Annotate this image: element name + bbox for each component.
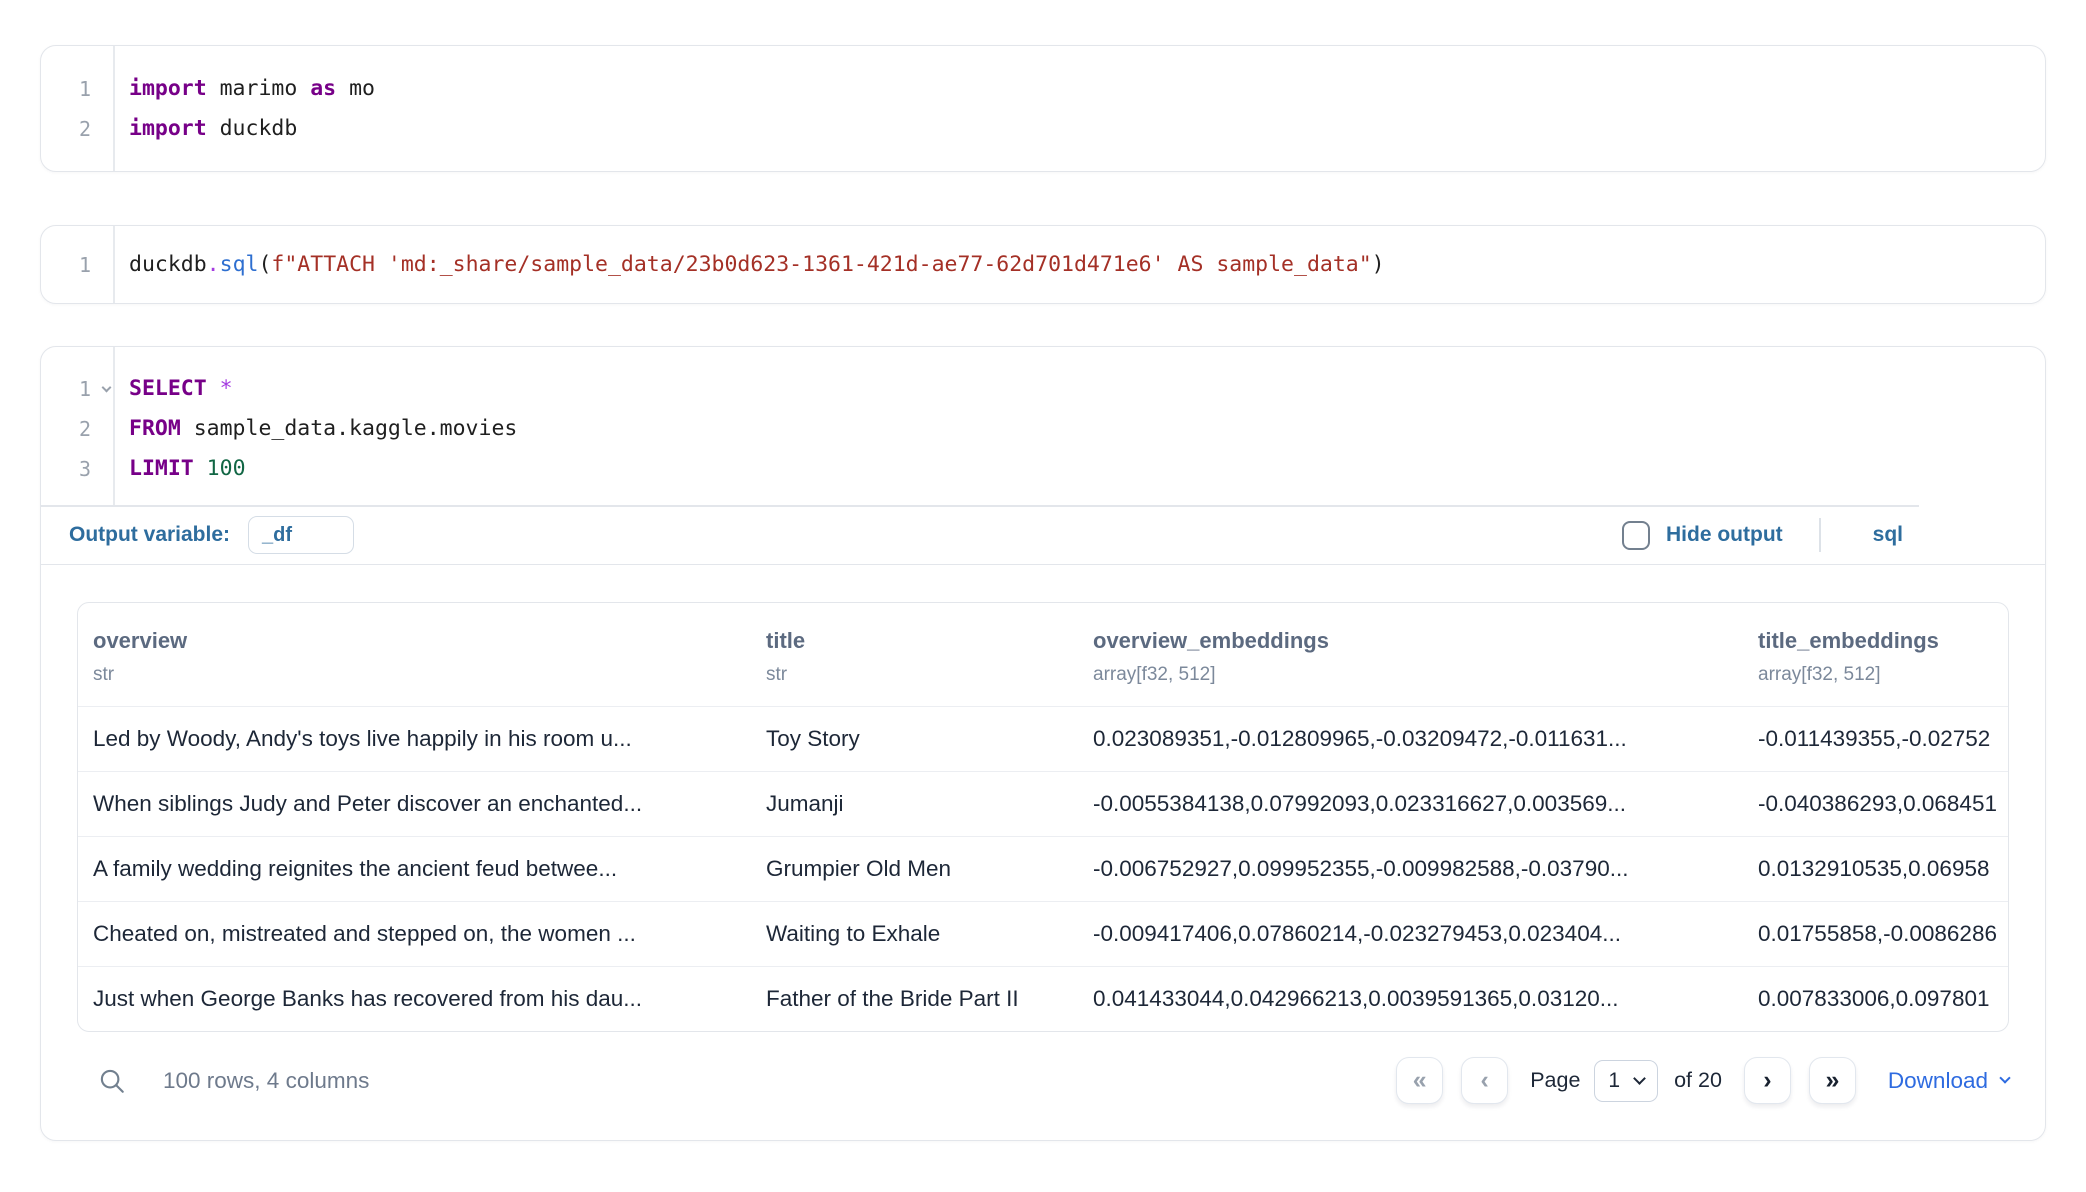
table-cell: Waiting to Exhale [751, 921, 1078, 947]
table-row[interactable]: Led by Woody, Andy's toys live happily i… [78, 706, 2008, 771]
toolbar-right-group: Hide output sql [1622, 518, 2017, 552]
column-header[interactable]: overview str [78, 628, 751, 686]
language-label: sql [1873, 523, 1903, 547]
code-text: import marimo as mo [113, 69, 375, 109]
code-line[interactable]: 2import duckdb [41, 109, 2045, 149]
hide-output-checkbox[interactable] [1622, 521, 1650, 550]
code-editor-sql[interactable]: 1SELECT *2FROM sample_data.kaggle.movies… [41, 347, 2045, 505]
column-header[interactable]: title_embeddings array[f32, 512] [1743, 628, 2008, 686]
table-row[interactable]: Just when George Banks has recovered fro… [78, 966, 2008, 1031]
code-cell-sql-query: 1SELECT *2FROM sample_data.kaggle.movies… [40, 346, 2046, 1141]
table-row[interactable]: A family wedding reignites the ancient f… [78, 836, 2008, 901]
table-cell: 0.023089351,-0.012809965,-0.03209472,-0.… [1078, 726, 1743, 752]
code-text: SELECT * [113, 369, 233, 409]
row-count-summary: 100 rows, 4 columns [163, 1068, 369, 1094]
code-cell-imports: 1import marimo as mo2import duckdb [40, 45, 2046, 172]
table-cell: Grumpier Old Men [751, 856, 1078, 882]
column-type: str [766, 664, 1063, 686]
fold-chevron-icon[interactable] [102, 383, 112, 393]
line-number: 3 [41, 449, 113, 489]
chevron-down-icon [1633, 1072, 1646, 1085]
pagination: « ‹ Page 1 of 20 › » Download [1396, 1057, 2009, 1104]
output-variable-input[interactable]: _df [248, 516, 354, 554]
column-type: str [93, 664, 736, 686]
hide-output-label[interactable]: Hide output [1666, 523, 1783, 547]
divider [1819, 518, 1821, 552]
table-cell: Toy Story [751, 726, 1078, 752]
page-total-label: of 20 [1674, 1068, 1722, 1093]
table-cell: Father of the Bride Part II [751, 986, 1078, 1012]
column-name: overview_embeddings [1093, 628, 1728, 654]
table-row[interactable]: When siblings Judy and Peter discover an… [78, 771, 2008, 836]
code-editor-imports[interactable]: 1import marimo as mo2import duckdb [41, 46, 2045, 171]
code-text: duckdb.sql(f"ATTACH 'md:_share/sample_da… [113, 245, 1385, 285]
table-row[interactable]: Cheated on, mistreated and stepped on, t… [78, 901, 2008, 966]
table-cell: -0.009417406,0.07860214,-0.023279453,0.0… [1078, 921, 1743, 947]
column-name: title [766, 628, 1063, 654]
table-cell: -0.0055384138,0.07992093,0.023316627,0.0… [1078, 791, 1743, 817]
table-cell: Led by Woody, Andy's toys live happily i… [78, 726, 751, 752]
first-page-button[interactable]: « [1396, 1057, 1443, 1104]
page-label: Page [1530, 1068, 1580, 1093]
download-label: Download [1888, 1068, 1988, 1094]
code-line[interactable]: 1SELECT * [41, 369, 2045, 409]
search-icon[interactable] [97, 1066, 127, 1096]
table-cell: Just when George Banks has recovered fro… [78, 986, 751, 1012]
line-number: 1 [41, 69, 113, 109]
table-footer: 100 rows, 4 columns « ‹ Page 1 of 20 › »… [77, 1032, 2009, 1140]
column-type: array[f32, 512] [1093, 664, 1728, 686]
last-page-button[interactable]: » [1809, 1057, 1856, 1104]
column-type: array[f32, 512] [1758, 664, 1993, 686]
line-number: 1 [41, 369, 113, 409]
table-cell: -0.011439355,-0.02752 [1743, 726, 2008, 752]
code-text: LIMIT 100 [113, 449, 246, 489]
code-line[interactable]: 2FROM sample_data.kaggle.movies [41, 409, 2045, 449]
column-header[interactable]: title str [751, 628, 1078, 686]
code-text: FROM sample_data.kaggle.movies [113, 409, 517, 449]
code-line[interactable]: 3LIMIT 100 [41, 449, 2045, 489]
prev-page-button[interactable]: ‹ [1461, 1057, 1508, 1104]
dataframe-table: overview str title str overview_embeddingsar… [77, 602, 2009, 1032]
table-cell: -0.006752927,0.099952355,-0.009982588,-0… [1078, 856, 1743, 882]
code-text: import duckdb [113, 109, 297, 149]
line-number: 2 [41, 109, 113, 149]
output-variable-label: Output variable: [69, 523, 230, 547]
sql-cell-toolbar: Output variable: _df Hide output sql [41, 505, 2045, 565]
table-cell: 0.007833006,0.097801 [1743, 986, 2008, 1012]
line-number: 1 [41, 245, 113, 285]
column-name: overview [93, 628, 736, 654]
next-page-button[interactable]: › [1744, 1057, 1791, 1104]
column-name: title_embeddings [1758, 628, 1993, 654]
code-line[interactable]: 1duckdb.sql(f"ATTACH 'md:_share/sample_d… [41, 245, 2045, 285]
page-select[interactable]: 1 [1594, 1060, 1658, 1102]
table-cell: 0.01755858,-0.0086286 [1743, 921, 2008, 947]
table-cell: When siblings Judy and Peter discover an… [78, 791, 751, 817]
column-header[interactable]: overview_embeddings array[f32, 512] [1078, 628, 1743, 686]
download-button[interactable]: Download [1888, 1068, 2009, 1094]
code-line[interactable]: 1import marimo as mo [41, 69, 2045, 109]
notebook: 1import marimo as mo2import duckdb 1duck… [0, 0, 2086, 1171]
chevron-down-icon [1999, 1072, 2010, 1083]
table-cell: 0.0132910535,0.06958 [1743, 856, 2008, 882]
table-cell: A family wedding reignites the ancient f… [78, 856, 751, 882]
table-cell: -0.040386293,0.068451 [1743, 791, 2008, 817]
table-cell: 0.041433044,0.042966213,0.0039591365,0.0… [1078, 986, 1743, 1012]
code-editor-attach[interactable]: 1duckdb.sql(f"ATTACH 'md:_share/sample_d… [41, 226, 2045, 303]
table-cell: Cheated on, mistreated and stepped on, t… [78, 921, 751, 947]
table-header-row: overview str title str overview_embeddingsar… [78, 603, 2008, 706]
table-cell: Jumanji [751, 791, 1078, 817]
page-number: 1 [1608, 1069, 1620, 1093]
cell-output: overview str title str overview_embeddingsar… [41, 565, 2045, 1140]
line-number: 2 [41, 409, 113, 449]
table-body: Led by Woody, Andy's toys live happily i… [78, 706, 2008, 1031]
code-cell-attach: 1duckdb.sql(f"ATTACH 'md:_share/sample_d… [40, 225, 2046, 304]
